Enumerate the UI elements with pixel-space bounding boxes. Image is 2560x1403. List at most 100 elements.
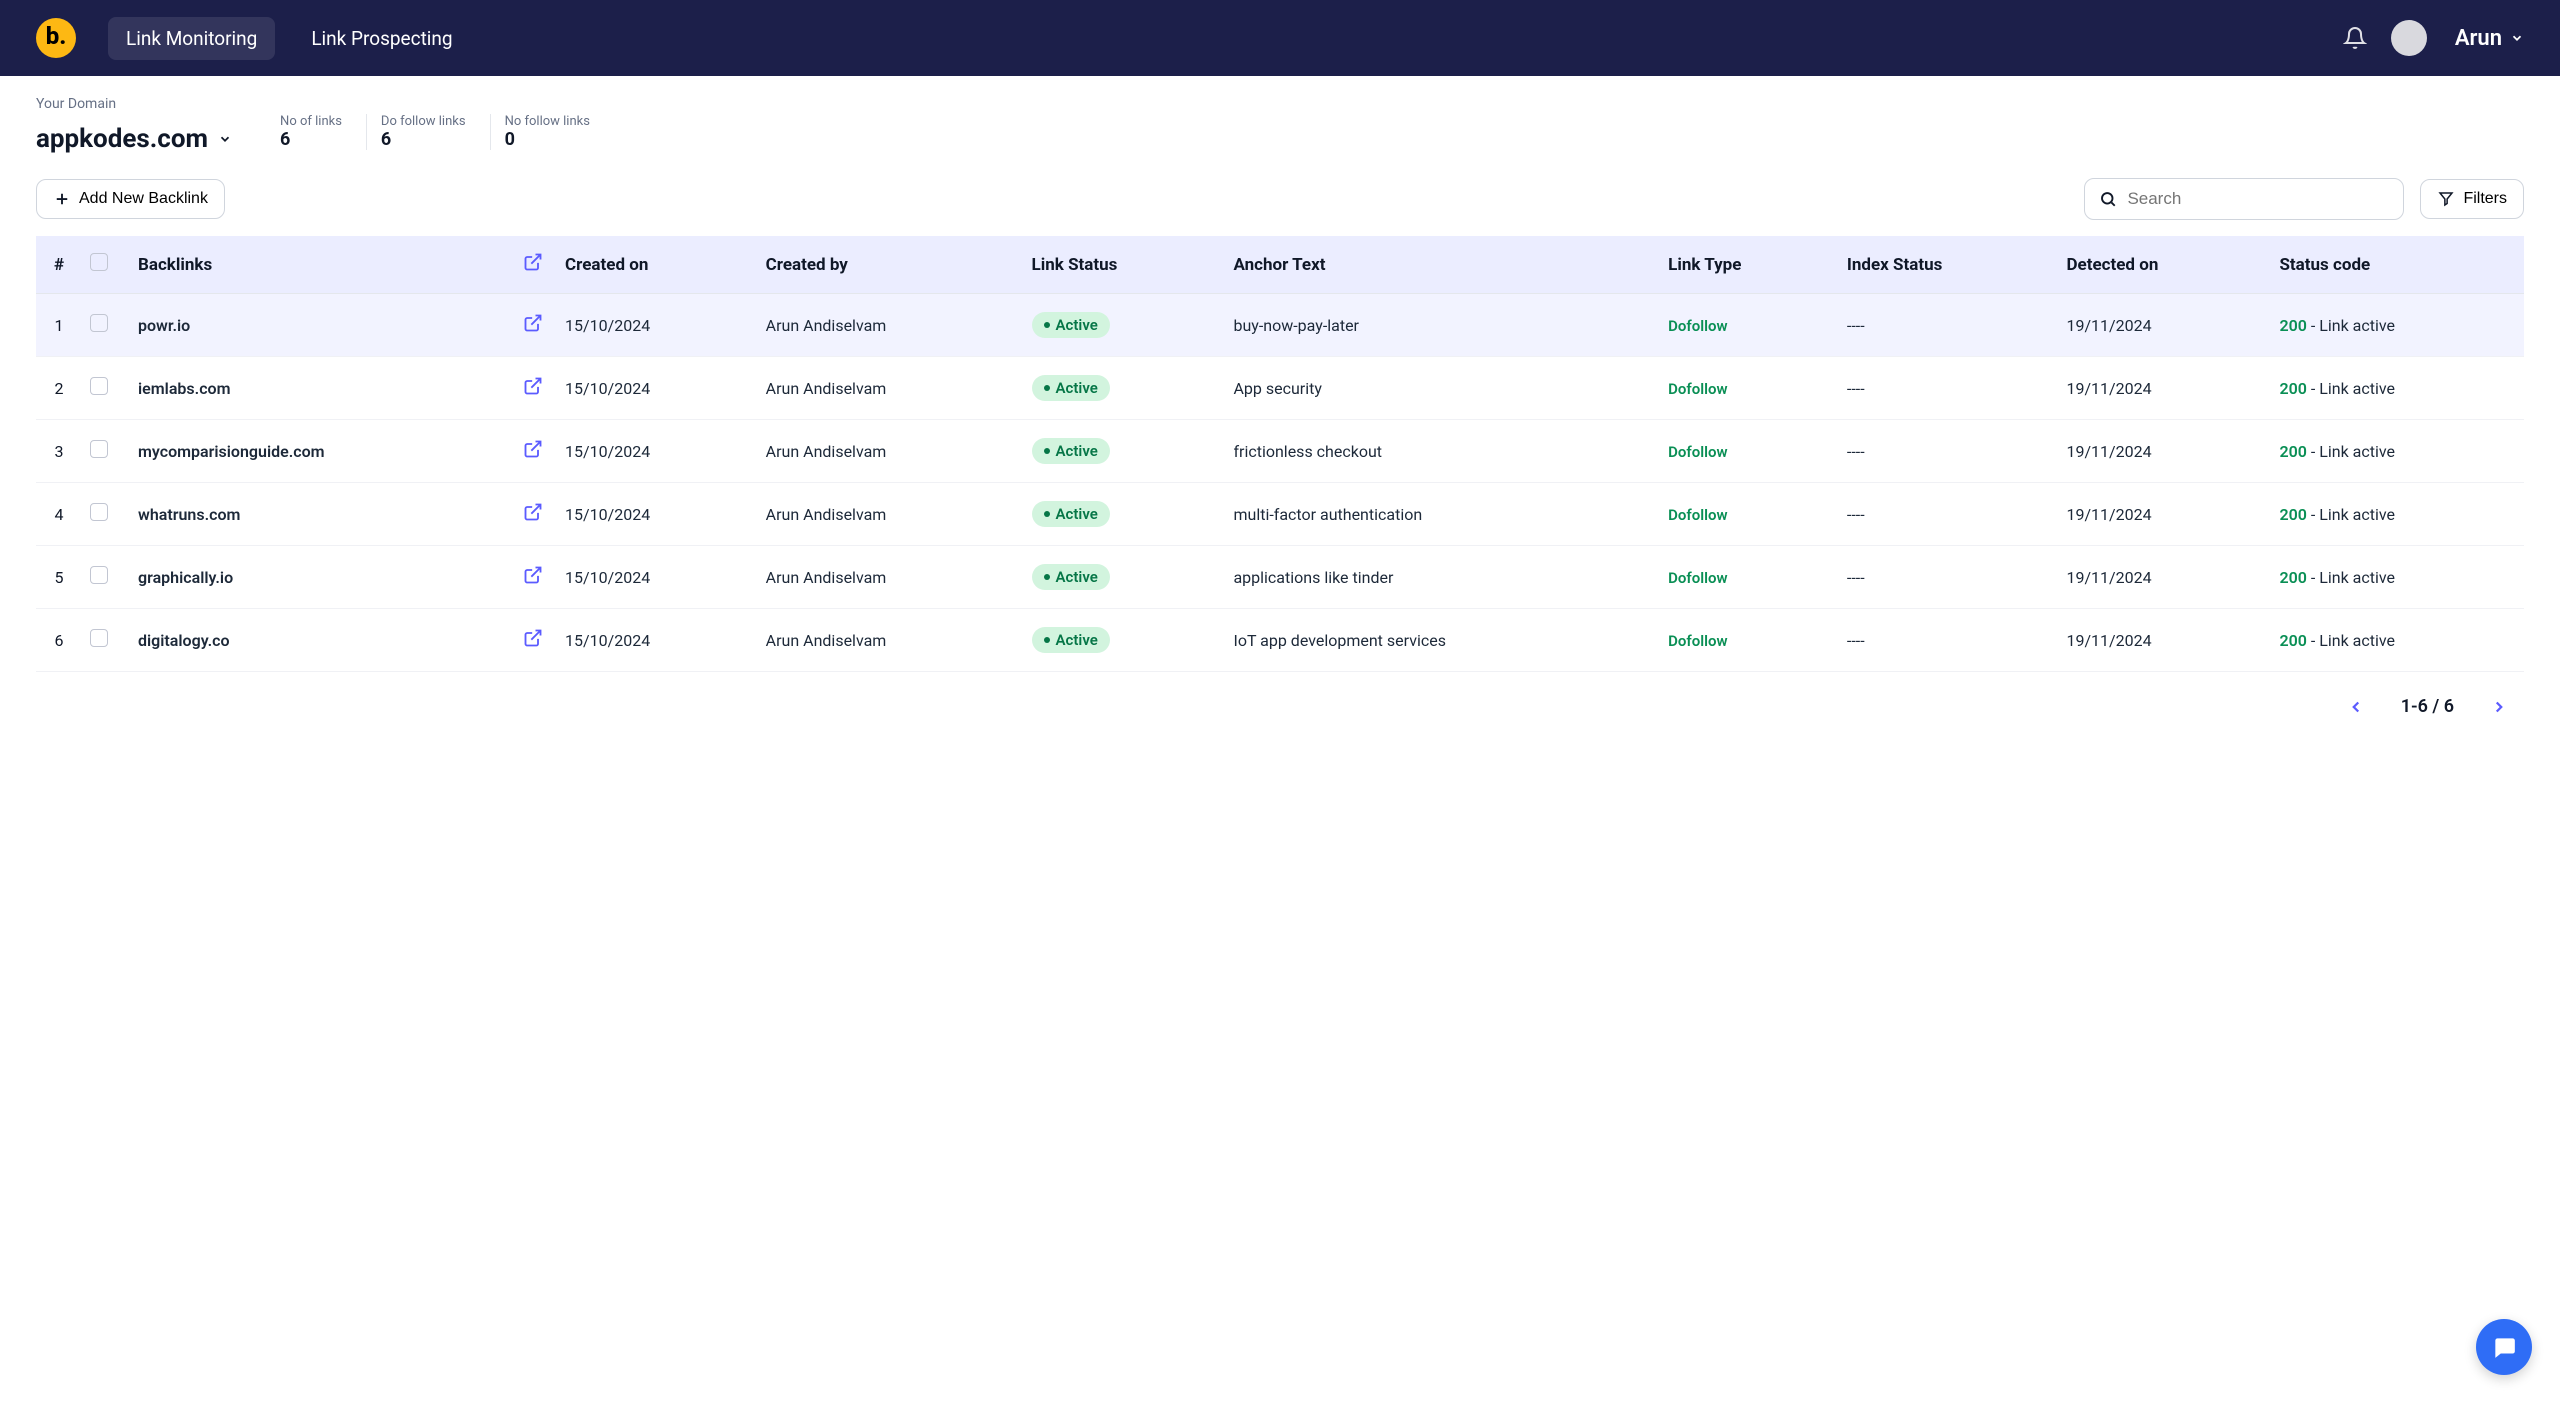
search-input-wrap[interactable] <box>2084 178 2404 220</box>
row-checkbox-cell <box>82 357 126 420</box>
pagination: 1-6 / 6 <box>0 672 2560 741</box>
external-link-cell <box>513 609 553 672</box>
backlink-cell[interactable]: powr.io <box>126 294 513 357</box>
table-row[interactable]: 4 whatruns.com 15/10/2024 Arun Andiselva… <box>36 483 2524 546</box>
backlink-cell[interactable]: graphically.io <box>126 546 513 609</box>
chevron-down-icon <box>218 132 232 146</box>
th-anchor-text[interactable]: Anchor Text <box>1221 236 1656 294</box>
status-code-cell: 200 - Link active <box>2267 357 2524 420</box>
detected-on-cell: 19/11/2024 <box>2054 546 2267 609</box>
select-all-checkbox[interactable] <box>90 253 108 271</box>
table-row[interactable]: 6 digitalogy.co 15/10/2024 Arun Andiselv… <box>36 609 2524 672</box>
stat-block: No follow links0 <box>490 114 590 150</box>
user-menu[interactable]: Arun <box>2455 26 2524 51</box>
domain-selector[interactable]: appkodes.com <box>36 124 232 154</box>
link-status-cell: Active <box>1020 294 1222 357</box>
stat-label: No of links <box>280 114 342 129</box>
filters-button[interactable]: Filters <box>2420 179 2524 219</box>
row-number: 6 <box>36 609 82 672</box>
th-status-code[interactable]: Status code <box>2267 236 2524 294</box>
toolbar: Add New Backlink Filters <box>0 154 2560 236</box>
external-link-icon[interactable] <box>523 502 543 522</box>
table-row[interactable]: 2 iemlabs.com 15/10/2024 Arun Andiselvam… <box>36 357 2524 420</box>
topbar: b. Link MonitoringLink Prospecting Arun <box>0 0 2560 76</box>
search-input[interactable] <box>2127 189 2389 209</box>
row-checkbox-cell <box>82 546 126 609</box>
plus-icon <box>53 190 71 208</box>
external-link-icon[interactable] <box>523 565 543 585</box>
external-link-cell <box>513 294 553 357</box>
backlink-cell[interactable]: whatruns.com <box>126 483 513 546</box>
detected-on-cell: 19/11/2024 <box>2054 294 2267 357</box>
nav-tab-link-prospecting[interactable]: Link Prospecting <box>293 17 470 60</box>
chat-bubble-button[interactable] <box>2476 1319 2532 1375</box>
table-row[interactable]: 3 mycomparisionguide.com 15/10/2024 Arun… <box>36 420 2524 483</box>
add-backlink-button[interactable]: Add New Backlink <box>36 179 225 219</box>
status-pill: Active <box>1032 312 1110 338</box>
th-detected-on[interactable]: Detected on <box>2054 236 2267 294</box>
detected-on-cell: 19/11/2024 <box>2054 483 2267 546</box>
created-by-cell: Arun Andiselvam <box>754 546 1020 609</box>
row-checkbox[interactable] <box>90 440 108 458</box>
next-page-button[interactable] <box>2490 698 2508 716</box>
created-by-cell: Arun Andiselvam <box>754 420 1020 483</box>
backlink-cell[interactable]: digitalogy.co <box>126 609 513 672</box>
status-code-cell: 200 - Link active <box>2267 420 2524 483</box>
th-created-by[interactable]: Created by <box>754 236 1020 294</box>
th-link-status[interactable]: Link Status <box>1020 236 1222 294</box>
nav-tab-link-monitoring[interactable]: Link Monitoring <box>108 17 275 60</box>
external-link-icon[interactable] <box>523 628 543 648</box>
status-code-cell: 200 - Link active <box>2267 483 2524 546</box>
created-by-cell: Arun Andiselvam <box>754 483 1020 546</box>
avatar[interactable] <box>2391 20 2427 56</box>
domain-name-text: appkodes.com <box>36 124 208 154</box>
backlink-cell[interactable]: mycomparisionguide.com <box>126 420 513 483</box>
external-link-icon[interactable] <box>523 376 543 396</box>
th-link-type[interactable]: Link Type <box>1656 236 1835 294</box>
index-status-cell: ---- <box>1835 294 2055 357</box>
th-backlinks[interactable]: Backlinks <box>126 236 513 294</box>
created-on-cell: 15/10/2024 <box>553 357 754 420</box>
th-index-status[interactable]: Index Status <box>1835 236 2055 294</box>
th-external-icon <box>513 236 553 294</box>
status-code-cell: 200 - Link active <box>2267 294 2524 357</box>
link-type-cell: Dofollow <box>1656 546 1835 609</box>
stat-label: Do follow links <box>381 114 466 129</box>
row-checkbox[interactable] <box>90 629 108 647</box>
table-row[interactable]: 1 powr.io 15/10/2024 Arun Andiselvam Act… <box>36 294 2524 357</box>
row-number: 3 <box>36 420 82 483</box>
created-on-cell: 15/10/2024 <box>553 420 754 483</box>
row-checkbox-cell <box>82 609 126 672</box>
link-status-cell: Active <box>1020 546 1222 609</box>
prev-page-button[interactable] <box>2347 698 2365 716</box>
external-link-icon <box>523 252 543 272</box>
stat-block: Do follow links6 <box>366 114 466 150</box>
table-wrap: # Backlinks Created on Created by Link S… <box>0 236 2560 672</box>
row-checkbox[interactable] <box>90 314 108 332</box>
row-checkbox[interactable] <box>90 377 108 395</box>
created-on-cell: 15/10/2024 <box>553 294 754 357</box>
external-link-icon[interactable] <box>523 439 543 459</box>
subheader: Your Domain appkodes.com No of links6Do … <box>0 76 2560 154</box>
anchor-text-cell: frictionless checkout <box>1221 420 1656 483</box>
detected-on-cell: 19/11/2024 <box>2054 609 2267 672</box>
status-pill: Active <box>1032 627 1110 653</box>
row-checkbox[interactable] <box>90 566 108 584</box>
table-header-row: # Backlinks Created on Created by Link S… <box>36 236 2524 294</box>
external-link-icon[interactable] <box>523 313 543 333</box>
link-status-cell: Active <box>1020 420 1222 483</box>
th-created-on[interactable]: Created on <box>553 236 754 294</box>
stat-value: 6 <box>280 129 342 150</box>
created-by-cell: Arun Andiselvam <box>754 609 1020 672</box>
link-type-cell: Dofollow <box>1656 294 1835 357</box>
external-link-cell <box>513 357 553 420</box>
bell-icon[interactable] <box>2343 26 2367 50</box>
external-link-cell <box>513 420 553 483</box>
row-checkbox[interactable] <box>90 503 108 521</box>
table-row[interactable]: 5 graphically.io 15/10/2024 Arun Andisel… <box>36 546 2524 609</box>
anchor-text-cell: multi-factor authentication <box>1221 483 1656 546</box>
search-icon <box>2099 190 2117 208</box>
status-code-cell: 200 - Link active <box>2267 609 2524 672</box>
status-pill: Active <box>1032 564 1110 590</box>
backlink-cell[interactable]: iemlabs.com <box>126 357 513 420</box>
